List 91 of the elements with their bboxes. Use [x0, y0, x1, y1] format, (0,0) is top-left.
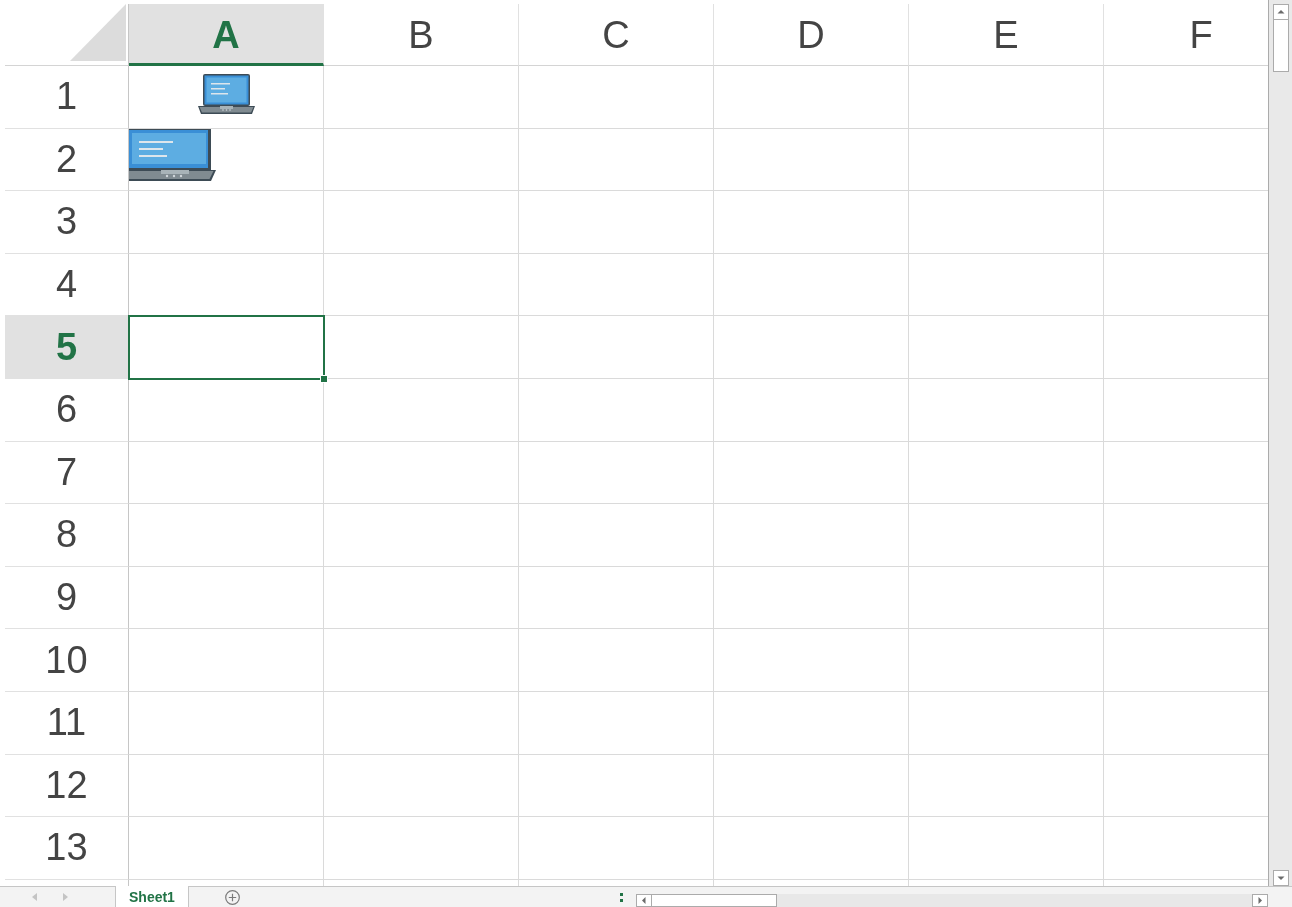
sheet-cell[interactable]	[519, 691, 714, 755]
sheet-cell[interactable]	[129, 191, 324, 254]
sheet-cell[interactable]	[324, 817, 519, 880]
row-header[interactable]: 5	[5, 316, 129, 379]
sheet-cell[interactable]	[714, 128, 909, 192]
grip-dots-icon[interactable]	[620, 893, 623, 902]
sheet-cell[interactable]	[714, 566, 909, 630]
sheet-cell[interactable]	[129, 66, 324, 129]
sheet-cell[interactable]	[909, 691, 1104, 755]
sheet-cell[interactable]	[519, 629, 714, 692]
sheet-cell[interactable]	[909, 754, 1104, 818]
sheet-cell[interactable]	[909, 817, 1104, 880]
column-header[interactable]: D	[714, 4, 909, 66]
sheet-cell[interactable]	[909, 128, 1104, 192]
triangle-corner-icon[interactable]	[70, 4, 126, 61]
sheet-cell[interactable]	[909, 441, 1104, 505]
sheet-cell[interactable]	[519, 817, 714, 880]
column-header[interactable]: C	[519, 4, 714, 66]
row-header[interactable]: 10	[5, 629, 129, 692]
sheet-cell[interactable]	[324, 754, 519, 818]
laptop-icon	[129, 128, 216, 181]
sheet-cell[interactable]	[909, 378, 1104, 442]
sheet-cell[interactable]	[714, 754, 909, 818]
caret-right-icon[interactable]	[63, 893, 68, 901]
scrollbar-thumb[interactable]	[652, 894, 777, 907]
sheet-cell[interactable]	[324, 566, 519, 630]
sheet-cell[interactable]	[129, 754, 324, 818]
sheet-cell[interactable]	[714, 629, 909, 692]
sheet-cell[interactable]	[324, 629, 519, 692]
sheet-cell[interactable]	[714, 253, 909, 317]
sheet-cell[interactable]	[324, 128, 519, 192]
vertical-scrollbar[interactable]	[1268, 0, 1292, 886]
sheet-cell[interactable]	[909, 629, 1104, 692]
sheet-cell[interactable]	[324, 691, 519, 755]
sheet-cell[interactable]	[129, 441, 324, 505]
sheet-cell[interactable]	[714, 691, 909, 755]
sheet-cell[interactable]	[519, 566, 714, 630]
column-header[interactable]: B	[324, 4, 519, 66]
fill-handle[interactable]	[320, 374, 328, 383]
plus-circle-icon[interactable]	[224, 890, 240, 905]
laptop-icon	[197, 73, 255, 114]
caret-left-icon[interactable]	[32, 893, 37, 901]
sheet-cell[interactable]	[519, 128, 714, 192]
sheet-cell[interactable]	[714, 504, 909, 567]
sheet-cell[interactable]	[324, 253, 519, 317]
sheet-cell[interactable]	[519, 441, 714, 505]
row-header[interactable]: 7	[5, 441, 129, 505]
sheet-cell[interactable]	[714, 66, 909, 129]
sheet-cell[interactable]	[519, 66, 714, 129]
sheet-cell[interactable]	[324, 378, 519, 442]
row-header[interactable]: 6	[5, 378, 129, 442]
scrollbar-thumb[interactable]	[1272, 20, 1289, 72]
sheet-cell[interactable]	[909, 316, 1104, 379]
row-header[interactable]: 8	[5, 504, 129, 567]
sheet-cell[interactable]	[324, 441, 519, 505]
row-header[interactable]: 3	[5, 191, 129, 254]
row-header[interactable]: 12	[5, 754, 129, 818]
sheet-cell[interactable]	[519, 316, 714, 379]
sheet-cell[interactable]	[519, 191, 714, 254]
sheet-cell[interactable]	[129, 629, 324, 692]
sheet-tab[interactable]: Sheet1	[115, 886, 189, 907]
sheet-cell[interactable]	[909, 566, 1104, 630]
selected-cell[interactable]	[128, 315, 325, 380]
sheet-cell[interactable]	[519, 504, 714, 567]
sheet-cell[interactable]	[714, 817, 909, 880]
row-header[interactable]: 13	[5, 817, 129, 880]
sheet-cell[interactable]	[909, 253, 1104, 317]
row-header[interactable]: 1	[5, 66, 129, 129]
sheet-cell[interactable]	[324, 504, 519, 567]
sheet-cell[interactable]	[129, 128, 324, 192]
sheet-cell[interactable]	[714, 316, 909, 379]
sheet-cell[interactable]	[519, 253, 714, 317]
sheet-cell[interactable]	[129, 504, 324, 567]
row-header[interactable]: 11	[5, 691, 129, 755]
sheet-cell[interactable]	[714, 441, 909, 505]
row-header[interactable]: 9	[5, 566, 129, 630]
sheet-cell[interactable]	[909, 66, 1104, 129]
column-header[interactable]: E	[909, 4, 1104, 66]
sheet-cell[interactable]	[324, 66, 519, 129]
sheet-cell[interactable]	[519, 754, 714, 818]
sheet-cell[interactable]	[714, 378, 909, 442]
sheet-cell[interactable]	[714, 191, 909, 254]
sheet-cell[interactable]	[324, 191, 519, 254]
column-header[interactable]: A	[129, 4, 324, 66]
sheet-cell[interactable]	[909, 191, 1104, 254]
horizontal-scrollbar[interactable]	[636, 894, 1268, 907]
sheet-cell[interactable]	[909, 504, 1104, 567]
sheet-cell[interactable]	[129, 817, 324, 880]
sheet-cell[interactable]	[129, 691, 324, 755]
sheet-cell[interactable]	[129, 566, 324, 630]
sheet-cell[interactable]	[519, 378, 714, 442]
